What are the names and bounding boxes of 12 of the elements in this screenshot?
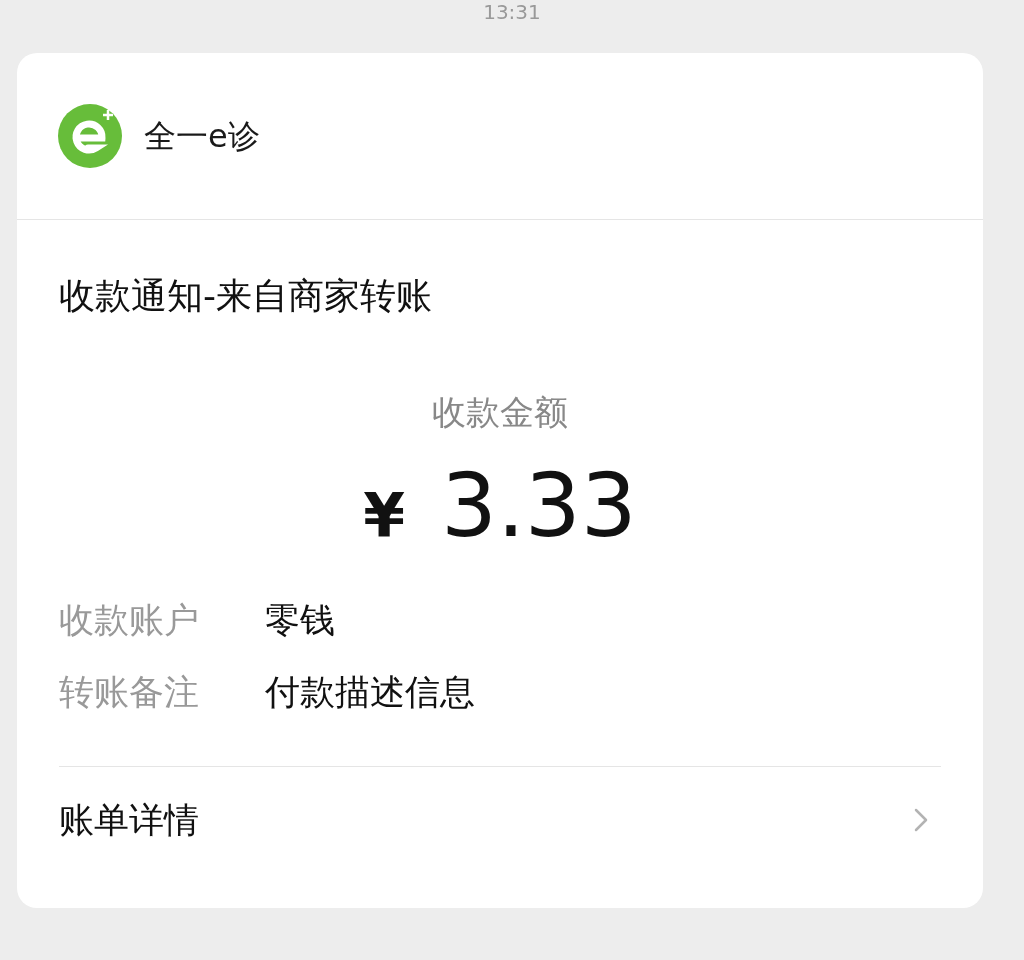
currency-symbol: ¥ (363, 479, 405, 552)
notification-title: 收款通知-来自商家转账 (59, 274, 433, 318)
merchant-name: 全一e诊 (144, 116, 260, 157)
field-label: 收款账户 (59, 599, 200, 642)
field-label: 转账备注 (59, 671, 200, 714)
message-time: 13:31 (483, 2, 541, 22)
amount-value: 3.33 (440, 456, 637, 556)
field-value: 零钱 (265, 599, 335, 642)
amount-label: 收款金额 (432, 391, 568, 434)
bill-details-link[interactable]: 账单详情 (59, 767, 941, 873)
merchant-logo-icon (58, 104, 122, 168)
field-value: 付款描述信息 (265, 671, 475, 714)
